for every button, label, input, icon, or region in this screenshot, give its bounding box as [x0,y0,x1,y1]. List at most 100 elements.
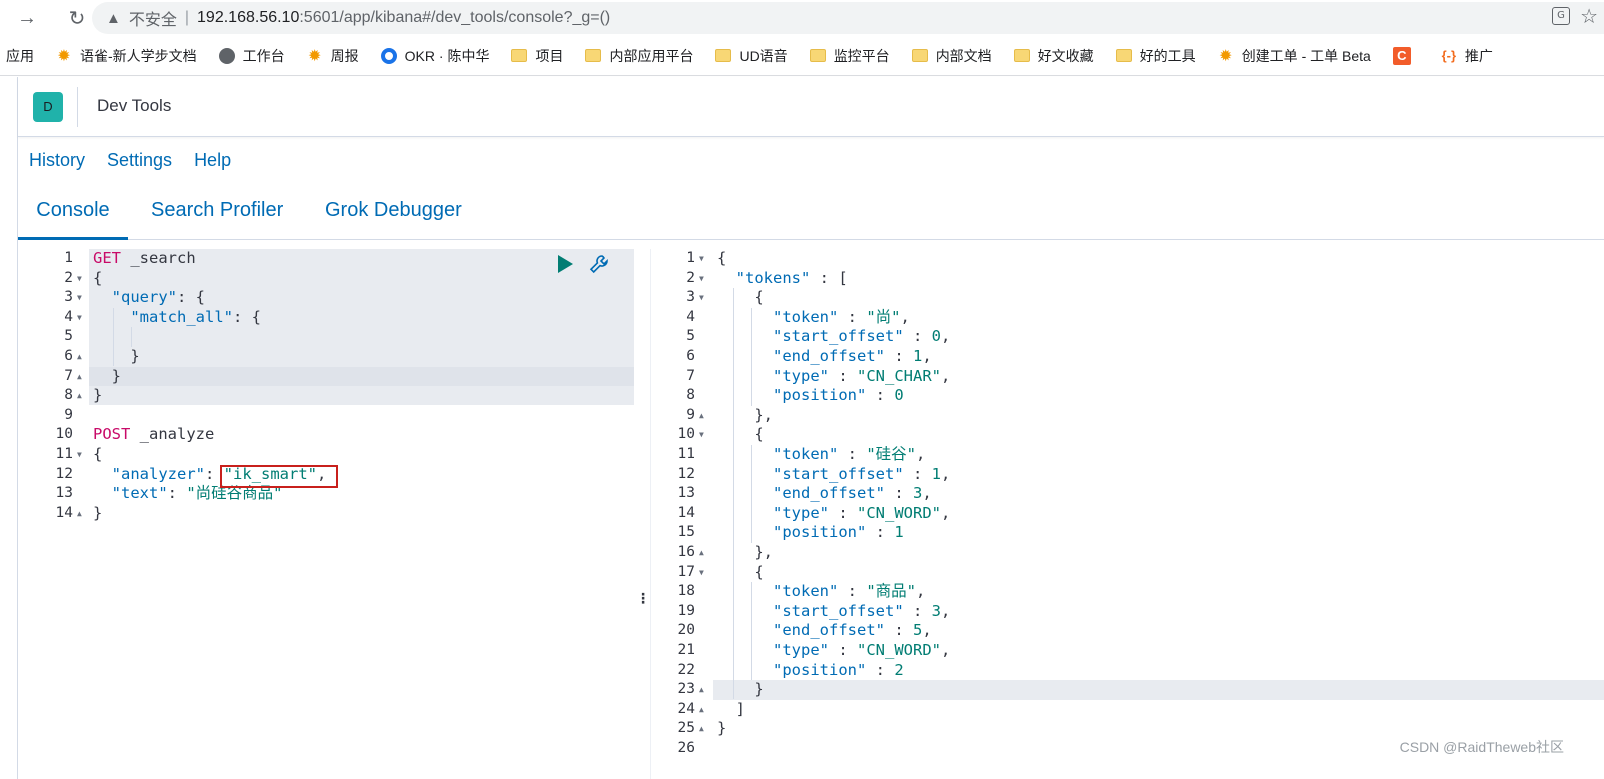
code-token: } [717,719,727,738]
fold-up-icon[interactable]: ▲ [77,367,82,387]
fold-up-icon[interactable]: ▲ [77,504,82,524]
bookmark-item[interactable]: 监控平台 [809,46,890,66]
fold-up-icon[interactable]: ▲ [77,386,82,406]
bookmark-item[interactable]: ✹ 周报 [307,46,359,66]
code-token: "token" [773,582,839,601]
menu-history[interactable]: History [29,150,85,171]
line-number: 7 [64,367,73,384]
bookmark-item[interactable]: 应用 [6,46,34,66]
code-line: { [717,425,763,445]
line-number: 13 [677,485,695,502]
play-icon[interactable] [558,255,573,273]
globe-icon [218,47,235,64]
code-token: "商品" [866,582,916,601]
code-token: 3 [931,601,941,620]
code-token: "尚" [866,307,901,326]
bookmark-item[interactable]: ✹ 创建工单 - 工单 Beta [1218,46,1371,66]
bookmark-item[interactable]: 内部应用平台 [585,46,693,66]
url-field[interactable]: ▲ 不安全 | 192.168.56.10 :5601/app/kibana#/… [92,2,1604,34]
fold-down-icon[interactable]: ▼ [77,269,82,289]
translate-icon[interactable]: G [1552,7,1570,25]
code-line: }, [717,406,773,426]
fold-up-icon[interactable]: ▲ [699,700,704,720]
bookmark-item[interactable]: OKR · 陈中华 [380,46,489,66]
code-token: : [829,366,857,385]
menu-help[interactable]: Help [194,150,231,171]
code-token: : [884,621,913,640]
bookmark-item[interactable]: UD语音 [715,46,788,66]
bookmark-star-icon[interactable]: ☆ [1580,4,1598,29]
back-icon[interactable]: → [14,5,40,31]
code-token: "type" [773,366,829,385]
folder-icon [511,49,528,62]
wrench-icon[interactable] [588,253,610,275]
fold-down-icon[interactable]: ▼ [699,269,704,289]
menu-settings[interactable]: Settings [107,150,172,171]
reload-icon[interactable]: ↻ [64,5,90,31]
code-line: "end_offset" : 1, [717,347,932,367]
tab-console[interactable]: Console [18,188,128,240]
bookmark-item[interactable]: 项目 [511,46,563,66]
tab-search-profiler[interactable]: Search Profiler [151,188,283,240]
code-token: "token" [773,307,839,326]
fold-up-icon[interactable]: ▲ [699,719,704,739]
code-token: _search [121,249,196,267]
bookmark-item[interactable]: {-} 推广 [1441,46,1493,66]
code-line: "type" : "CN_WORD", [717,504,950,524]
url-separator: | [184,9,190,26]
bookmark-item[interactable]: 工作台 [218,46,285,66]
fold-up-icon[interactable]: ▲ [699,680,704,700]
code-token: : [866,523,895,542]
line-number: 2 [64,269,73,286]
bookmark-label: 项目 [535,47,564,64]
bookmark-item[interactable]: 内部文档 [911,46,992,66]
line-number: 3 [64,289,73,306]
indent-guide [113,308,114,366]
fold-down-icon[interactable]: ▼ [699,563,704,583]
response-code[interactable]: { "tokens" : [ { "token" : "尚", "start_o… [713,249,1604,779]
bookmark-label: 应用 [6,47,34,64]
code-token: "CN_CHAR" [857,366,941,385]
top-menu: History Settings Help [29,150,231,171]
bookmark-item[interactable]: 好的工具 [1115,46,1196,66]
code-token: "硅谷" [866,445,916,463]
fold-down-icon[interactable]: ▼ [77,288,82,308]
avatar[interactable]: D [33,92,63,122]
bookmark-label: 内部应用平台 [609,47,694,64]
fold-down-icon[interactable]: ▼ [699,425,704,445]
code-token: "CN_WORD" [857,641,941,659]
code-token: , [922,484,932,503]
code-line: "position" : 2 [717,661,904,681]
code-token: { [93,268,103,287]
fold-up-icon[interactable]: ▲ [699,406,704,426]
fold-down-icon[interactable]: ▼ [77,308,82,328]
code-token: : [884,484,913,503]
code-line: } [717,719,726,739]
request-code[interactable]: GET _search{ "query": { "match_all": { }… [89,249,634,779]
fold-up-icon[interactable]: ▲ [77,347,82,367]
analyzer-highlight-box [220,465,338,488]
code-token: : [838,582,867,601]
fold-up-icon[interactable]: ▲ [699,543,704,563]
request-editor[interactable]: 1 2 ▼ 3 ▼ 4 ▼ 5 6 ▲ 7 ▲ 8 ▲ 9 10 11 ▼ 12 13 14 ▲ GET _search{… [29,249,634,779]
indent-guide [751,308,752,406]
resize-handle-icon[interactable]: ⋮ [636,590,650,607]
code-token: } [93,366,121,385]
bookmark-label: UD语音 [739,47,788,64]
fold-down-icon[interactable]: ▼ [77,445,82,465]
code-token: : [167,484,187,503]
fold-down-icon[interactable]: ▼ [699,288,704,308]
bookmark-item[interactable]: ✹ 语雀-新人学步文档 [56,46,196,66]
bookmark-item[interactable]: C [1392,46,1419,65]
bookmark-item[interactable]: 好文收藏 [1013,46,1094,66]
fold-down-icon[interactable]: ▼ [699,249,704,269]
response-editor[interactable]: 1 ▼ 2 ▼ 3 ▼ 4 5 6 7 8 9 ▲ 10 ▼ 11 12 13 14 15 16 ▲ 17 ▼ 18 19 20 21… [651,249,1604,779]
line-number: 21 [677,642,695,658]
tab-grok-debugger[interactable]: Grok Debugger [325,188,462,240]
okr-icon [380,47,397,64]
code-line: POST _analyze [93,425,214,445]
url-path: :5601/app/kibana#/dev_tools/console?_g=(… [299,9,611,26]
